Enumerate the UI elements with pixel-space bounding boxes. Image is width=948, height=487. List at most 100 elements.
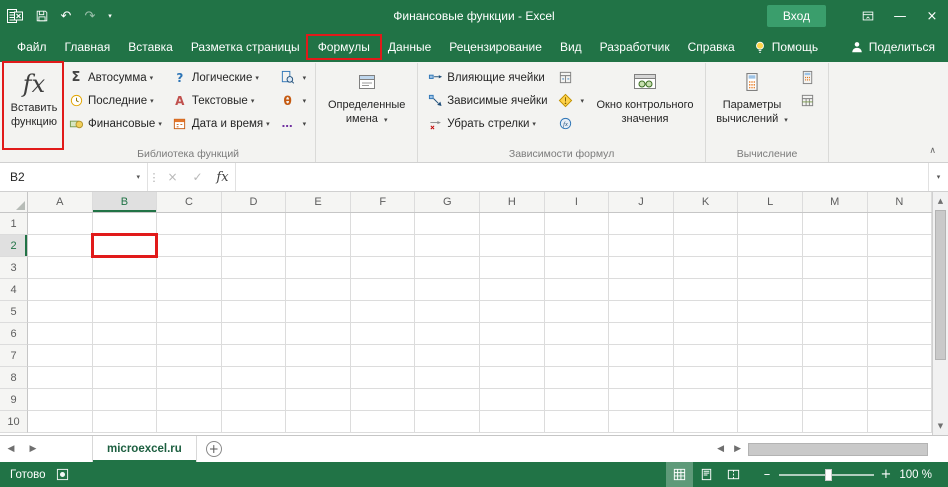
column-header-E[interactable]: E xyxy=(286,192,351,212)
cell-N9[interactable] xyxy=(867,389,932,411)
cell-E6[interactable] xyxy=(286,323,351,345)
cell-K6[interactable] xyxy=(673,323,739,345)
zoom-level-label[interactable]: 100 % xyxy=(894,469,940,481)
cell-I8[interactable] xyxy=(544,367,610,389)
trace-precedents-button[interactable]: Влияющие ячейки xyxy=(422,66,552,89)
show-formulas-button[interactable] xyxy=(553,66,590,89)
remove-arrows-button[interactable]: Убрать стрелки ▾ xyxy=(422,112,552,135)
cell-K5[interactable] xyxy=(673,301,739,323)
column-header-B[interactable]: B xyxy=(92,192,158,212)
cell-M3[interactable] xyxy=(802,257,868,279)
page-layout-view-button[interactable] xyxy=(693,462,720,487)
error-checking-button[interactable]: ▾ xyxy=(553,89,590,112)
cell-G3[interactable] xyxy=(415,257,481,279)
cell-I5[interactable] xyxy=(544,301,610,323)
column-header-C[interactable]: C xyxy=(157,192,222,212)
cell-B4[interactable] xyxy=(92,279,158,301)
defined-names-button[interactable]: Определенные имена ▾ xyxy=(320,64,413,127)
column-header-J[interactable]: J xyxy=(609,192,674,212)
cell-M4[interactable] xyxy=(802,279,868,301)
column-header-F[interactable]: F xyxy=(351,192,416,212)
cell-D7[interactable] xyxy=(221,345,287,367)
cell-D9[interactable] xyxy=(221,389,287,411)
row-header-10[interactable]: 10 xyxy=(0,411,28,433)
cell-E5[interactable] xyxy=(286,301,351,323)
cell-B3[interactable] xyxy=(92,257,158,279)
row-header-4[interactable]: 4 xyxy=(0,279,28,301)
cell-K8[interactable] xyxy=(673,367,739,389)
enter-button[interactable]: ✓ xyxy=(185,163,210,191)
cell-M8[interactable] xyxy=(802,367,868,389)
column-header-I[interactable]: I xyxy=(545,192,610,212)
row-header-8[interactable]: 8 xyxy=(0,367,28,389)
cell-M6[interactable] xyxy=(802,323,868,345)
cell-F6[interactable] xyxy=(350,323,416,345)
tab-page-layout[interactable]: Разметка страницы xyxy=(182,32,309,62)
cell-K4[interactable] xyxy=(673,279,739,301)
cell-C3[interactable] xyxy=(157,257,222,279)
cell-I10[interactable] xyxy=(544,411,610,433)
cell-E9[interactable] xyxy=(286,389,351,411)
cell-B10[interactable] xyxy=(92,411,158,433)
tab-formulas[interactable]: Формулы xyxy=(305,32,382,62)
row-header-5[interactable]: 5 xyxy=(0,301,28,323)
text-functions-button[interactable]: А Текстовые ▾ xyxy=(167,89,275,112)
cell-C6[interactable] xyxy=(157,323,222,345)
zoom-out-button[interactable]: – xyxy=(759,467,775,482)
cell-M10[interactable] xyxy=(802,411,868,433)
cell-H1[interactable] xyxy=(480,213,545,235)
cell-J6[interactable] xyxy=(609,323,674,345)
cell-D3[interactable] xyxy=(221,257,287,279)
cell-I2[interactable] xyxy=(544,235,610,257)
cell-I7[interactable] xyxy=(544,345,610,367)
cell-D1[interactable] xyxy=(221,213,287,235)
column-header-N[interactable]: N xyxy=(868,192,932,212)
watch-window-button[interactable]: Окно контрольного значения xyxy=(589,64,701,127)
cell-L4[interactable] xyxy=(738,279,803,301)
lookup-reference-button[interactable]: ▾ xyxy=(275,66,312,89)
cell-K2[interactable] xyxy=(673,235,739,257)
tab-developer[interactable]: Разработчик xyxy=(591,32,679,62)
insert-function-fx-button[interactable]: fx xyxy=(210,163,235,191)
tab-view[interactable]: Вид xyxy=(551,32,591,62)
cell-B9[interactable] xyxy=(92,389,158,411)
cell-E7[interactable] xyxy=(286,345,351,367)
cell-L9[interactable] xyxy=(738,389,803,411)
cell-J5[interactable] xyxy=(609,301,674,323)
cell-K9[interactable] xyxy=(673,389,739,411)
tab-data[interactable]: Данные xyxy=(379,32,440,62)
row-header-2[interactable]: 2 xyxy=(0,235,28,257)
cell-A9[interactable] xyxy=(28,389,93,411)
share-button[interactable]: Поделиться xyxy=(841,32,944,62)
cell-A2[interactable] xyxy=(28,235,93,257)
cell-N1[interactable] xyxy=(867,213,932,235)
close-button[interactable]: × xyxy=(916,0,948,32)
tab-insert[interactable]: Вставка xyxy=(119,32,182,62)
cell-J7[interactable] xyxy=(609,345,674,367)
cell-L7[interactable] xyxy=(738,345,803,367)
tab-review[interactable]: Рецензирование xyxy=(440,32,551,62)
autosum-button[interactable]: Σ Автосумма ▾ xyxy=(63,66,167,89)
hscroll-right-icon[interactable]: ▶ xyxy=(729,444,746,454)
recent-functions-button[interactable]: Последние ▾ xyxy=(63,89,167,112)
row-header-7[interactable]: 7 xyxy=(0,345,28,367)
cell-L3[interactable] xyxy=(738,257,803,279)
hscroll-left-icon[interactable]: ◀ xyxy=(712,444,729,454)
calculate-sheet-button[interactable] xyxy=(794,89,824,112)
cell-H8[interactable] xyxy=(480,367,545,389)
cell-C10[interactable] xyxy=(157,411,222,433)
cell-K7[interactable] xyxy=(673,345,739,367)
page-break-view-button[interactable] xyxy=(720,462,747,487)
cell-J2[interactable] xyxy=(609,235,674,257)
cell-G10[interactable] xyxy=(415,411,481,433)
cell-A6[interactable] xyxy=(28,323,93,345)
tab-file[interactable]: Файл xyxy=(8,32,56,62)
cell-C2[interactable] xyxy=(157,235,222,257)
column-header-G[interactable]: G xyxy=(415,192,481,212)
column-header-A[interactable]: A xyxy=(28,192,93,212)
new-sheet-button[interactable]: + xyxy=(197,436,231,462)
cell-G1[interactable] xyxy=(415,213,481,235)
cell-H6[interactable] xyxy=(480,323,545,345)
formula-bar-expand-button[interactable]: ▾ xyxy=(928,163,948,191)
more-functions-button[interactable]: … ▾ xyxy=(275,112,312,135)
